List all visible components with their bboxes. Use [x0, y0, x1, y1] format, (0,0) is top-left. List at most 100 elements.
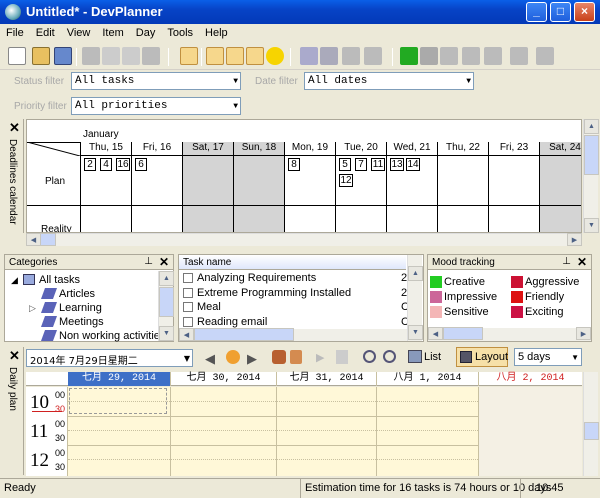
menu-view[interactable]: View [61, 24, 97, 39]
next-day-icon[interactable]: ▶ [247, 351, 257, 367]
task-number-box[interactable]: 5 [339, 158, 351, 171]
task-number-box[interactable]: 4 [100, 158, 112, 171]
list-button[interactable]: List [424, 351, 441, 363]
open-icon[interactable] [32, 47, 50, 65]
close-button[interactable]: × [574, 2, 595, 22]
priority-filter-combo[interactable]: All priorities ▼ [71, 97, 241, 115]
mood-label[interactable]: Creative [444, 276, 485, 288]
layout-button[interactable]: Layout [456, 347, 508, 367]
day-header[interactable]: Sat, 17 [182, 142, 233, 156]
expand-icon[interactable]: ▷ [29, 303, 36, 314]
tools-icon[interactable] [272, 350, 286, 364]
scroll-down-icon[interactable]: ▼ [584, 218, 599, 233]
hscroll-thumb[interactable] [194, 328, 294, 341]
task-number-box[interactable]: 12 [339, 174, 353, 187]
calendar-vscroll[interactable]: ▲ ▼ [583, 119, 599, 233]
day-column[interactable] [437, 156, 488, 232]
scroll-down-icon[interactable]: ▼ [159, 326, 174, 341]
scroll-thumb[interactable] [584, 135, 599, 175]
day-header[interactable]: Thu, 22 [437, 142, 488, 156]
task-number-box[interactable]: 2 [84, 158, 96, 171]
day-column[interactable] [233, 156, 284, 232]
cut-icon[interactable] [82, 47, 100, 65]
mood-label[interactable]: Aggressive [525, 276, 579, 288]
day-header[interactable]: Tue, 20 [335, 142, 386, 156]
day-header[interactable]: Fri, 23 [488, 142, 539, 156]
remove-task-icon[interactable] [440, 47, 458, 65]
scroll-up-icon[interactable]: ▲ [159, 271, 174, 286]
note-icon[interactable] [510, 47, 528, 65]
day-range-select[interactable]: 5 days ▼ [514, 348, 582, 366]
find-icon[interactable] [300, 47, 318, 65]
zoom-in-icon[interactable] [363, 350, 376, 363]
book-view-icon[interactable] [226, 47, 244, 65]
alarm-icon[interactable] [536, 47, 554, 65]
pin-icon[interactable]: ⊥ [562, 256, 571, 267]
menu-tools[interactable]: Tools [161, 24, 199, 39]
task-list-vscroll[interactable]: ▲ ▼ [407, 255, 423, 341]
day-header[interactable]: Mon, 19 [284, 142, 335, 156]
mood-label[interactable]: Friendly [525, 291, 564, 303]
scroll-left-icon[interactable]: ◀ [179, 328, 194, 341]
scroll-thumb[interactable] [584, 422, 599, 440]
calendar-view-icon[interactable] [180, 47, 198, 65]
task-list-hscroll[interactable]: ◀ [179, 328, 407, 341]
day-header[interactable]: Thu, 15 [80, 142, 131, 156]
add-task-icon[interactable] [400, 47, 418, 65]
close-icon[interactable]: ✕ [577, 255, 587, 269]
status-filter-combo[interactable]: All tasks ▼ [71, 72, 241, 90]
daily-column-header[interactable]: 八月 1, 2014 [376, 372, 478, 386]
day-column[interactable] [182, 156, 233, 232]
timer-icon[interactable] [462, 47, 480, 65]
scroll-left-icon[interactable]: ◀ [428, 327, 443, 340]
selected-slot[interactable] [69, 388, 167, 414]
close-icon[interactable]: ✕ [9, 348, 20, 364]
daily-column-header[interactable]: 七月 29, 2014 [68, 372, 170, 386]
hscroll-thumb[interactable] [40, 233, 56, 246]
move-back-icon[interactable] [364, 47, 382, 65]
date-filter-combo[interactable]: All dates ▼ [304, 72, 474, 90]
task-number-box[interactable]: 11 [371, 158, 385, 171]
mood-label[interactable]: Sensitive [444, 306, 489, 318]
pin-icon[interactable]: ⊥ [144, 256, 153, 267]
paste-icon[interactable] [122, 47, 140, 65]
category-meetings[interactable]: Meetings [59, 316, 104, 328]
task-item[interactable]: Reading email [197, 316, 267, 328]
find-next-icon[interactable] [320, 47, 338, 65]
task-number-box[interactable]: 14 [406, 158, 420, 171]
daily-column-header[interactable]: 七月 31, 2014 [276, 372, 376, 386]
task-item[interactable]: Analyzing Requirements [197, 272, 316, 284]
move-icon[interactable] [342, 47, 360, 65]
daily-column-header[interactable]: 八月 2, 2014 [478, 372, 582, 386]
day-column[interactable] [539, 156, 581, 232]
forward-icon[interactable]: ▶ [316, 351, 324, 364]
task-list-header[interactable]: Task name [179, 255, 406, 270]
day-column[interactable] [488, 156, 539, 232]
task-item[interactable]: Extreme Programming Installed [197, 287, 351, 299]
zoom-out-icon[interactable] [383, 350, 396, 363]
maximize-button[interactable]: □ [550, 2, 571, 22]
chart-view-icon[interactable] [246, 47, 264, 65]
prev-day-icon[interactable]: ◀ [205, 351, 215, 367]
task-number-box[interactable]: 8 [288, 158, 300, 171]
calendar-hscroll[interactable]: ◀ ▶ [26, 233, 582, 246]
smile-icon[interactable] [266, 47, 284, 65]
scroll-right-icon[interactable]: ▶ [576, 327, 591, 340]
copy-icon[interactable] [102, 47, 120, 65]
category-learning[interactable]: Learning [59, 302, 102, 314]
category-articles[interactable]: Articles [59, 288, 95, 300]
new-icon[interactable] [8, 47, 26, 65]
task-number-box[interactable]: 16 [116, 158, 130, 171]
stopwatch-icon[interactable] [484, 47, 502, 65]
bag-icon[interactable] [290, 350, 302, 364]
daily-column-header[interactable]: 七月 30, 2014 [170, 372, 276, 386]
deadlines-tab-label[interactable]: Deadlines calendar [7, 139, 18, 225]
minimize-button[interactable]: _ [526, 2, 547, 22]
category-non-working[interactable]: Non working activities [59, 330, 165, 342]
scroll-up-icon[interactable]: ▲ [408, 266, 423, 281]
layout-view-icon[interactable] [206, 47, 224, 65]
time-slots[interactable] [68, 387, 582, 476]
scroll-right-icon[interactable]: ▶ [567, 233, 582, 246]
day-header[interactable]: Sat, 24 [539, 142, 581, 156]
save-icon[interactable] [54, 47, 72, 65]
